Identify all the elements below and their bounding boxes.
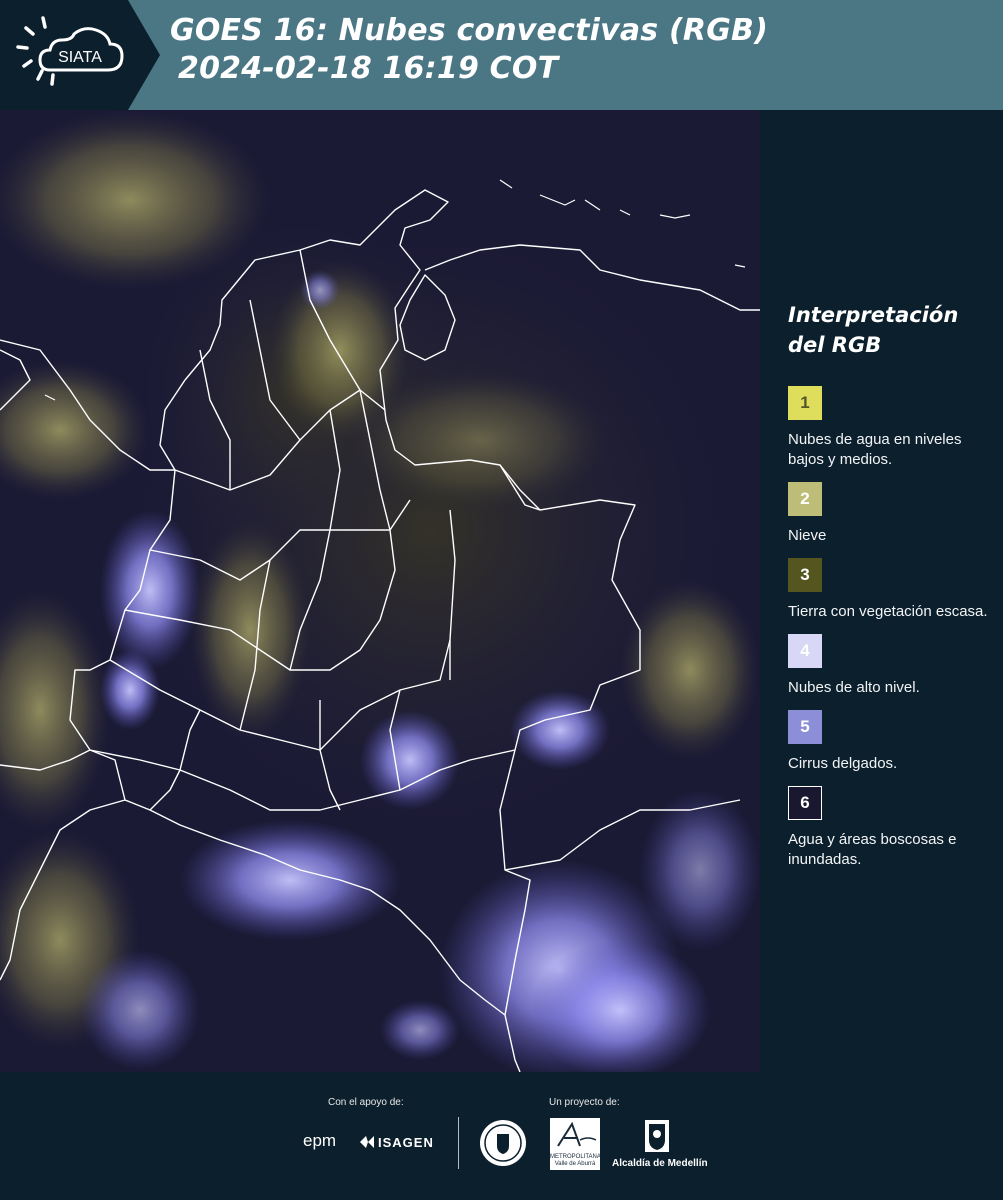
legend-label: Agua y áreas boscosas e inundadas.: [788, 831, 957, 868]
footer-divider: [458, 1117, 459, 1169]
legend-label: Tierra con vegetación escasa.: [788, 603, 988, 620]
legend-swatch: 5: [788, 710, 822, 744]
legend-item: 6 Agua y áreas boscosas e inundadas.: [788, 786, 988, 870]
legend-swatch: 3: [788, 558, 822, 592]
area-line-2: Valle de Aburrá: [554, 1161, 596, 1167]
legend-item: 4 Nubes de alto nivel.: [788, 634, 988, 698]
legend-label: Cirrus delgados.: [788, 755, 898, 772]
title-line-1: GOES 16: Nubes convectivas (RGB): [170, 13, 769, 48]
area-metropolitana-logo: METROPOLITANA Valle de Aburrá: [550, 1118, 601, 1170]
legend-item: 2 Nieve: [788, 482, 988, 546]
legend-title: Interpretación del RGB: [788, 300, 988, 360]
isagen-logo: ISAGEN: [358, 1132, 442, 1152]
medellin-seal-icon: [478, 1118, 528, 1168]
legend-item: 5 Cirrus delgados.: [788, 710, 988, 774]
alcaldia-text: Alcaldía de Medellín: [612, 1158, 708, 1169]
legend-swatch: 1: [788, 386, 822, 420]
legend-item: 1 Nubes de agua en niveles bajos y medio…: [788, 386, 988, 470]
header-bar: SIATA GOES 16: Nubes convectivas (RGB) 2…: [0, 0, 1003, 110]
legend: Interpretación del RGB 1 Nubes de agua e…: [788, 300, 988, 882]
legend-swatch: 2: [788, 482, 822, 516]
legend-label: Nubes de alto nivel.: [788, 679, 920, 696]
project-label: Un proyecto de:: [549, 1097, 620, 1108]
legend-label: Nubes de agua en niveles bajos y medios.: [788, 431, 962, 468]
page-title: GOES 16: Nubes convectivas (RGB) 2024-02…: [170, 12, 768, 88]
siata-logo: SIATA: [0, 0, 160, 110]
legend-title-line-2: del RGB: [788, 333, 882, 357]
legend-item: 3 Tierra con vegetación escasa.: [788, 558, 988, 622]
support-label: Con el apoyo de:: [328, 1097, 404, 1108]
area-metropolitana-text: METROPOLITANA Valle de Aburrá: [550, 1154, 601, 1168]
legend-title-line-1: Interpretación: [788, 303, 959, 327]
area-line-1: METROPOLITANA: [550, 1154, 601, 1160]
legend-swatch: 6: [788, 786, 822, 820]
alcaldia-shield-icon: [640, 1118, 674, 1154]
legend-swatch: 4: [788, 634, 822, 668]
legend-items: 1 Nubes de agua en niveles bajos y medio…: [788, 386, 988, 870]
satellite-map: [0, 110, 760, 1080]
title-line-2: 2024-02-18 16:19 COT: [178, 51, 559, 86]
legend-label: Nieve: [788, 527, 827, 544]
epm-logo: epm: [303, 1131, 337, 1150]
svg-text:SIATA: SIATA: [58, 49, 102, 66]
isagen-text: ISAGEN: [378, 1135, 434, 1150]
